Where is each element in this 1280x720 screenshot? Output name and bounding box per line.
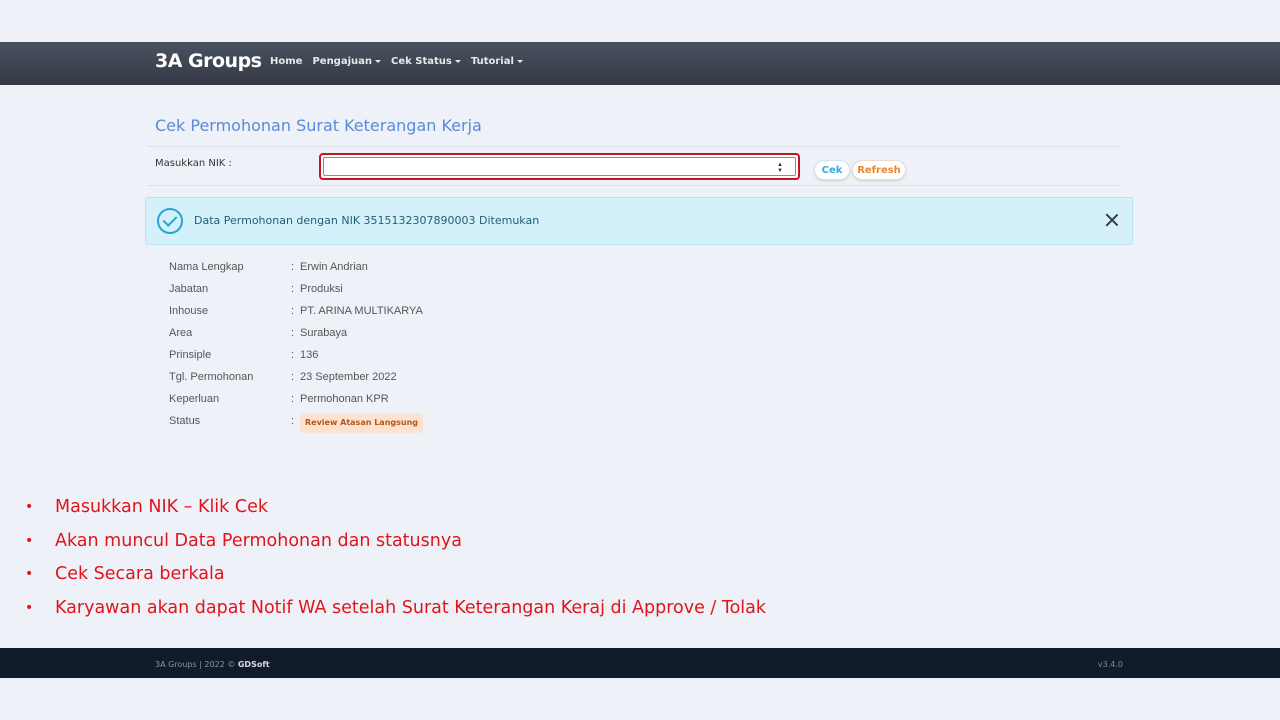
instruction-text: Karyawan akan dapat Notif WA setelah Sur… bbox=[55, 597, 767, 618]
bullet-icon: • bbox=[25, 599, 34, 616]
instruction-text: Cek Secara berkala bbox=[55, 564, 225, 584]
nik-input-highlight: ▲ ▼ bbox=[319, 153, 800, 180]
detail-value: Produksi bbox=[300, 283, 343, 295]
detail-separator: : bbox=[291, 327, 295, 339]
nik-input[interactable] bbox=[323, 157, 796, 176]
detail-value: Erwin Andrian bbox=[300, 261, 368, 273]
detail-separator: : bbox=[291, 283, 295, 295]
detail-label: Prinsiple bbox=[169, 349, 212, 361]
detail-value: Review Atasan Langsung bbox=[300, 413, 423, 433]
success-alert: Data Permohonan dengan NIK 3515132307890… bbox=[145, 197, 1133, 245]
detail-separator: : bbox=[291, 415, 295, 427]
instruction-text: Akan muncul Data Permohonan dan statusny… bbox=[55, 530, 462, 551]
nav-item-tutorial[interactable]: Tutorial bbox=[471, 56, 523, 67]
detail-label: Tgl. Permohonan bbox=[169, 371, 254, 383]
refresh-button[interactable]: Refresh bbox=[852, 160, 906, 180]
detail-separator: : bbox=[291, 371, 295, 383]
instruction-text: Masukkan NIK – Klik Cek bbox=[55, 497, 268, 517]
divider bbox=[147, 185, 1122, 186]
footer-copyright: 3A Groups | 2022 © GDSoft bbox=[155, 660, 270, 669]
nav-item-label: Tutorial bbox=[470, 56, 514, 67]
bullet-icon: • bbox=[25, 566, 34, 582]
nav-item-label: Pengajuan bbox=[312, 56, 373, 67]
detail-label: Keperluan bbox=[169, 393, 220, 405]
caret-down-icon bbox=[375, 59, 382, 63]
detail-separator: : bbox=[291, 261, 295, 273]
caret-down-icon bbox=[454, 59, 461, 63]
bullet-icon: • bbox=[25, 532, 34, 549]
divider bbox=[147, 146, 1122, 147]
nav-item-cek-status[interactable]: Cek Status bbox=[391, 56, 461, 67]
bullet-icon: • bbox=[25, 499, 34, 515]
check-circle-icon bbox=[157, 208, 183, 234]
detail-label: Status bbox=[169, 415, 201, 427]
detail-label: Nama Lengkap bbox=[169, 261, 244, 273]
nav-menu: Home Pengajuan Cek Status Tutorial bbox=[270, 56, 523, 67]
detail-separator: : bbox=[291, 349, 295, 361]
copyright-text: 3A Groups | 2022 © bbox=[155, 660, 238, 669]
brand-logo[interactable]: 3A Groups bbox=[155, 50, 262, 72]
detail-separator: : bbox=[291, 393, 295, 405]
detail-value: PT. ARINA MULTIKARYA bbox=[300, 305, 423, 317]
footer: 3A Groups | 2022 © GDSoft v3.4.0 bbox=[0, 648, 1280, 678]
detail-value: 136 bbox=[300, 349, 319, 361]
navbar: 3A Groups Home Pengajuan Cek Status Tuto… bbox=[0, 42, 1280, 85]
close-icon[interactable] bbox=[1104, 212, 1120, 228]
footer-brand[interactable]: GDSoft bbox=[238, 660, 270, 669]
version-label: v3.4.0 bbox=[1097, 660, 1123, 669]
detail-value: 23 September 2022 bbox=[300, 371, 397, 383]
detail-label: Jabatan bbox=[169, 283, 209, 295]
alert-message: Data Permohonan dengan NIK 3515132307890… bbox=[194, 214, 540, 227]
page-title: Cek Permohonan Surat Keterangan Kerja bbox=[155, 116, 482, 135]
detail-label: Inhouse bbox=[169, 305, 209, 317]
status-badge: Review Atasan Langsung bbox=[300, 413, 423, 433]
nav-item-home[interactable]: Home bbox=[270, 56, 302, 67]
nav-item-label: Home bbox=[270, 56, 303, 67]
detail-value: Surabaya bbox=[300, 327, 348, 339]
cek-button[interactable]: Cek bbox=[814, 160, 850, 180]
number-spinner-icon[interactable]: ▲ ▼ bbox=[776, 162, 784, 174]
nav-item-label: Cek Status bbox=[391, 56, 452, 67]
nik-label: Masukkan NIK : bbox=[155, 158, 232, 169]
nav-item-pengajuan[interactable]: Pengajuan bbox=[312, 56, 382, 67]
detail-separator: : bbox=[291, 305, 295, 317]
detail-value: Permohonan KPR bbox=[300, 393, 389, 405]
caret-down-icon bbox=[516, 59, 523, 63]
detail-label: Area bbox=[169, 327, 193, 339]
